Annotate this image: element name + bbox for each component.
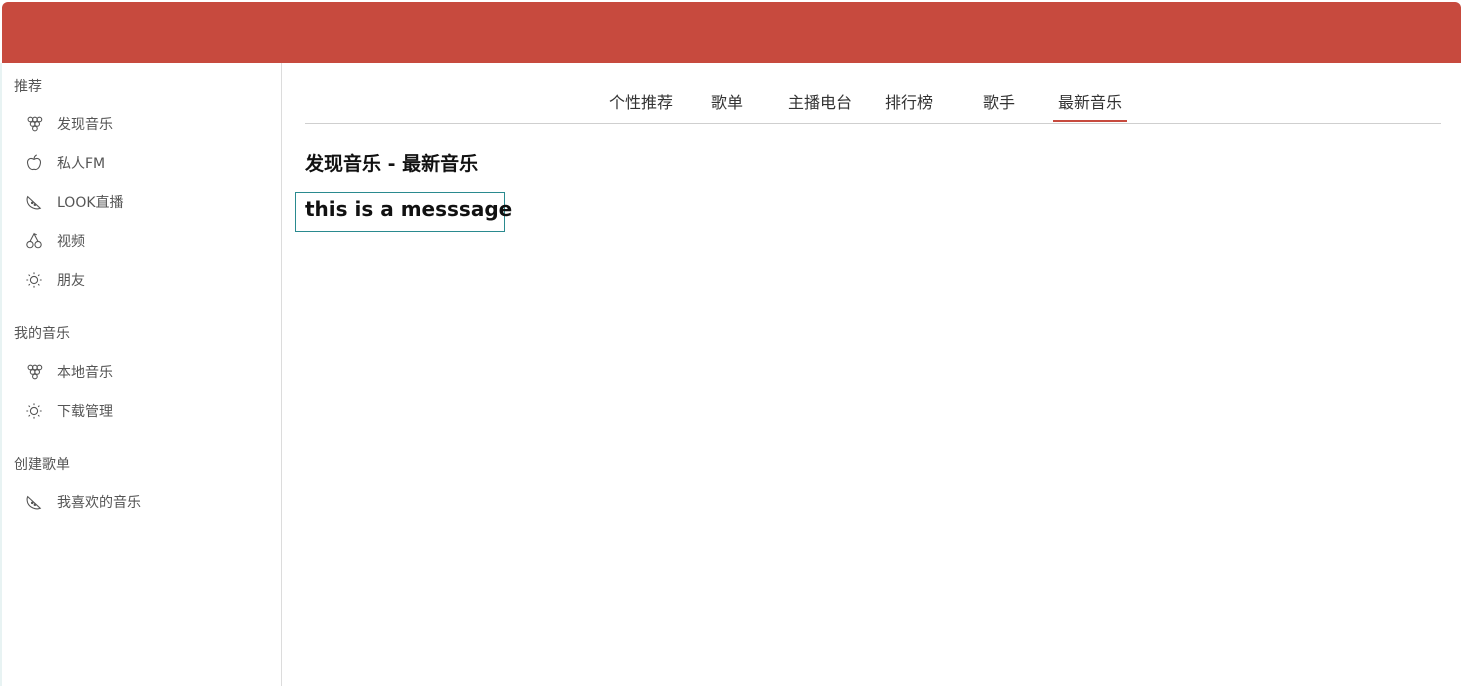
sidebar-item-friends[interactable]: 朋友 xyxy=(24,268,85,292)
sidebar-item-look-live[interactable]: LOOK直播 xyxy=(24,190,124,214)
page-title: 发现音乐 - 最新音乐 xyxy=(305,153,479,175)
tab-new-music[interactable]: 最新音乐 xyxy=(1053,89,1127,122)
cherry-icon xyxy=(24,231,44,251)
sidebar-item-video[interactable]: 视频 xyxy=(24,229,85,253)
sidebar-item-label: 视频 xyxy=(57,234,85,250)
sidebar-item-discover-music[interactable]: 发现音乐 xyxy=(24,112,113,136)
sidebar-section-title-create-playlist: 创建歌单 xyxy=(14,457,70,473)
sidebar-item-label: LOOK直播 xyxy=(57,195,124,211)
sidebar-item-local-music[interactable]: 本地音乐 xyxy=(24,360,113,384)
sun-icon xyxy=(24,401,44,421)
sidebar-item-label: 下载管理 xyxy=(57,404,113,420)
sidebar-item-downloads[interactable]: 下载管理 xyxy=(24,399,113,423)
grapes-icon xyxy=(24,362,44,382)
watermelon-icon xyxy=(24,492,44,512)
grapes-icon xyxy=(24,114,44,134)
sidebar-item-label: 发现音乐 xyxy=(57,117,113,133)
sidebar-item-label: 朋友 xyxy=(57,273,85,289)
sidebar-section-title-my-music: 我的音乐 xyxy=(14,326,70,342)
message-box: this is a messsage xyxy=(295,192,512,232)
tab-playlists[interactable]: 歌单 xyxy=(707,89,747,122)
sidebar-item-label: 本地音乐 xyxy=(57,365,113,381)
sidebar-item-label: 我喜欢的音乐 xyxy=(57,495,141,511)
tab-bar: 个性推荐 歌单 主播电台 排行榜 歌手 最新音乐 xyxy=(305,85,1441,124)
apple-icon xyxy=(24,153,44,173)
tab-charts[interactable]: 排行榜 xyxy=(882,89,936,122)
tab-personal-recommend[interactable]: 个性推荐 xyxy=(605,89,677,122)
sun-icon xyxy=(24,270,44,290)
tab-artists[interactable]: 歌手 xyxy=(979,89,1019,122)
main-content: 个性推荐 歌单 主播电台 排行榜 歌手 最新音乐 发现音乐 - 最新音乐 thi… xyxy=(283,63,1461,686)
sidebar-item-label: 私人FM xyxy=(57,156,106,172)
app-header xyxy=(2,2,1461,63)
sidebar-section-title-recommend: 推荐 xyxy=(14,79,42,95)
tab-radio[interactable]: 主播电台 xyxy=(784,89,856,122)
sidebar: 推荐 发现音乐 私人FM LOOK直播 视频 朋友 我的音乐 本地音乐 下载管理… xyxy=(0,63,282,686)
watermelon-icon xyxy=(24,192,44,212)
sidebar-item-liked-music[interactable]: 我喜欢的音乐 xyxy=(24,490,141,514)
sidebar-item-private-fm[interactable]: 私人FM xyxy=(24,151,105,175)
